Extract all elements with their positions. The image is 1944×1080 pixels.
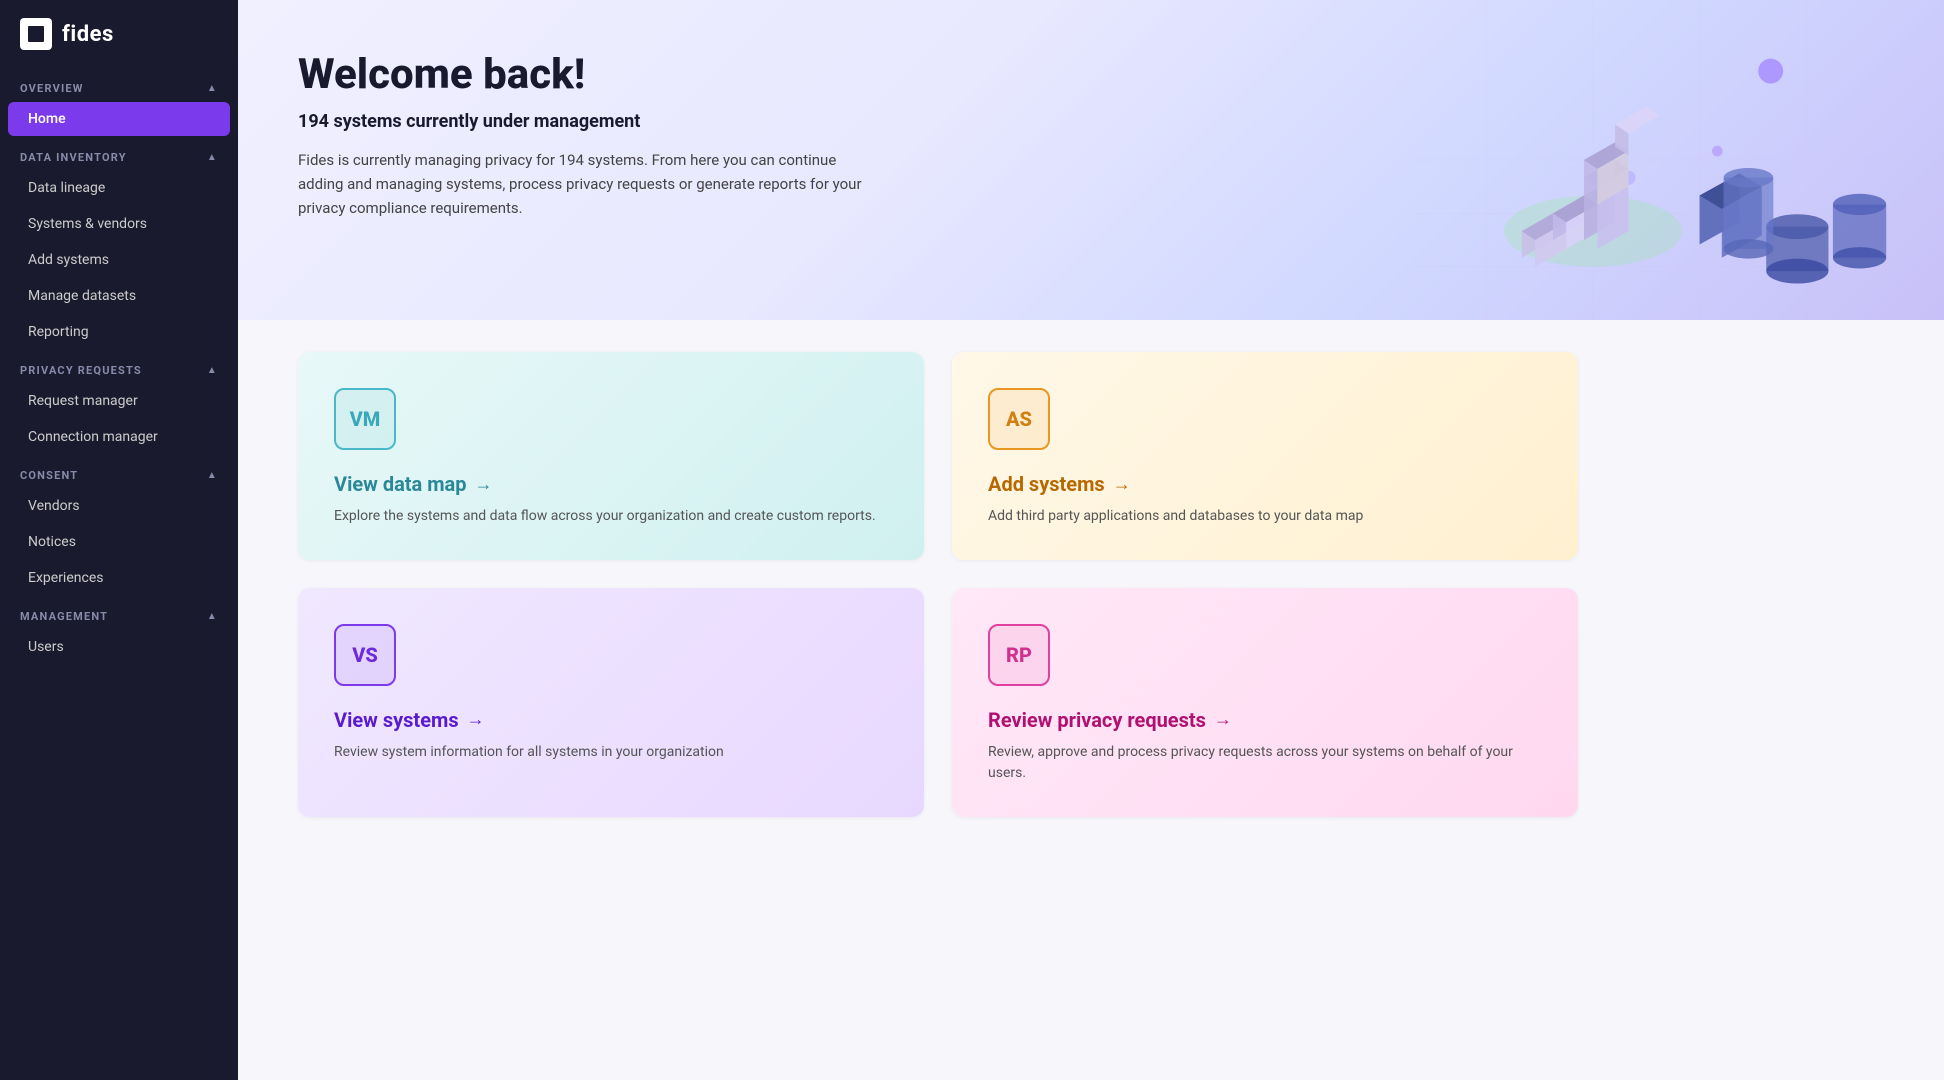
card-title-vs: View systems → (334, 708, 888, 732)
card-view-data-map[interactable]: VM View data map → Explore the systems a… (298, 352, 924, 560)
sidebar-item-reporting[interactable]: Reporting (8, 315, 230, 349)
hero-illustration (1384, 0, 1944, 320)
card-view-systems[interactable]: VS View systems → Review system informat… (298, 588, 924, 817)
section-label-overview: OVERVIEW (20, 82, 84, 95)
arrow-rp: → (1214, 709, 1232, 730)
card-badge-as: AS (988, 388, 1050, 450)
sidebar-item-vendors[interactable]: Vendors (8, 489, 230, 523)
chevron-management: ▲ (207, 611, 218, 622)
card-desc-vs: Review system information for all system… (334, 742, 888, 764)
card-title-rp: Review privacy requests → (988, 708, 1542, 732)
card-badge-vs: VS (334, 624, 396, 686)
sidebar: fides OVERVIEW ▲ Home DATA INVENTORY ▲ D… (0, 0, 238, 1080)
hero-text: Welcome back! 194 systems currently unde… (298, 50, 878, 220)
section-header-consent[interactable]: CONSENT ▲ (0, 455, 238, 488)
section-label-consent: CONSENT (20, 469, 78, 482)
card-title-vm: View data map → (334, 472, 888, 496)
sidebar-item-systems-vendors[interactable]: Systems & vendors (8, 207, 230, 241)
cards-grid: VM View data map → Explore the systems a… (238, 320, 1638, 857)
sidebar-item-data-lineage[interactable]: Data lineage (8, 171, 230, 205)
hero-svg (1384, 0, 1944, 320)
sidebar-item-notices[interactable]: Notices (8, 525, 230, 559)
card-review-privacy-requests[interactable]: RP Review privacy requests → Review, app… (952, 588, 1578, 817)
sidebar-item-experiences[interactable]: Experiences (8, 561, 230, 595)
section-header-privacy-requests[interactable]: PRIVACY REQUESTS ▲ (0, 350, 238, 383)
section-header-overview[interactable]: OVERVIEW ▲ (0, 68, 238, 101)
sidebar-item-add-systems[interactable]: Add systems (8, 243, 230, 277)
logo-container: fides (0, 0, 238, 68)
arrow-vs: → (467, 709, 485, 730)
card-badge-rp: RP (988, 624, 1050, 686)
main-content: Welcome back! 194 systems currently unde… (238, 0, 1944, 1080)
hero-subtitle: 194 systems currently under management (298, 111, 878, 132)
sidebar-item-manage-datasets[interactable]: Manage datasets (8, 279, 230, 313)
section-label-management: MANAGEMENT (20, 610, 108, 623)
sidebar-item-connection-manager[interactable]: Connection manager (8, 420, 230, 454)
hero-title: Welcome back! (298, 50, 878, 99)
card-badge-vm: VM (334, 388, 396, 450)
logo-box (20, 18, 52, 50)
hero-description: Fides is currently managing privacy for … (298, 148, 878, 220)
chevron-privacy-requests: ▲ (207, 365, 218, 376)
logo-icon (26, 24, 46, 44)
sidebar-item-request-manager[interactable]: Request manager (8, 384, 230, 418)
card-add-systems[interactable]: AS Add systems → Add third party applica… (952, 352, 1578, 560)
logo-text: fides (62, 22, 114, 47)
hero-section: Welcome back! 194 systems currently unde… (238, 0, 1944, 320)
card-desc-rp: Review, approve and process privacy requ… (988, 742, 1542, 785)
card-desc-vm: Explore the systems and data flow across… (334, 506, 888, 528)
arrow-vm: → (475, 474, 493, 495)
section-header-management[interactable]: MANAGEMENT ▲ (0, 596, 238, 629)
card-title-as: Add systems → (988, 472, 1542, 496)
section-header-data-inventory[interactable]: DATA INVENTORY ▲ (0, 137, 238, 170)
chevron-consent: ▲ (207, 470, 218, 481)
card-desc-as: Add third party applications and databas… (988, 506, 1542, 528)
chevron-overview: ▲ (207, 83, 218, 94)
sidebar-item-users[interactable]: Users (8, 630, 230, 664)
section-label-privacy-requests: PRIVACY REQUESTS (20, 364, 142, 377)
sidebar-item-home[interactable]: Home (8, 102, 230, 136)
chevron-data-inventory: ▲ (207, 152, 218, 163)
section-label-data-inventory: DATA INVENTORY (20, 151, 127, 164)
arrow-as: → (1113, 474, 1131, 495)
